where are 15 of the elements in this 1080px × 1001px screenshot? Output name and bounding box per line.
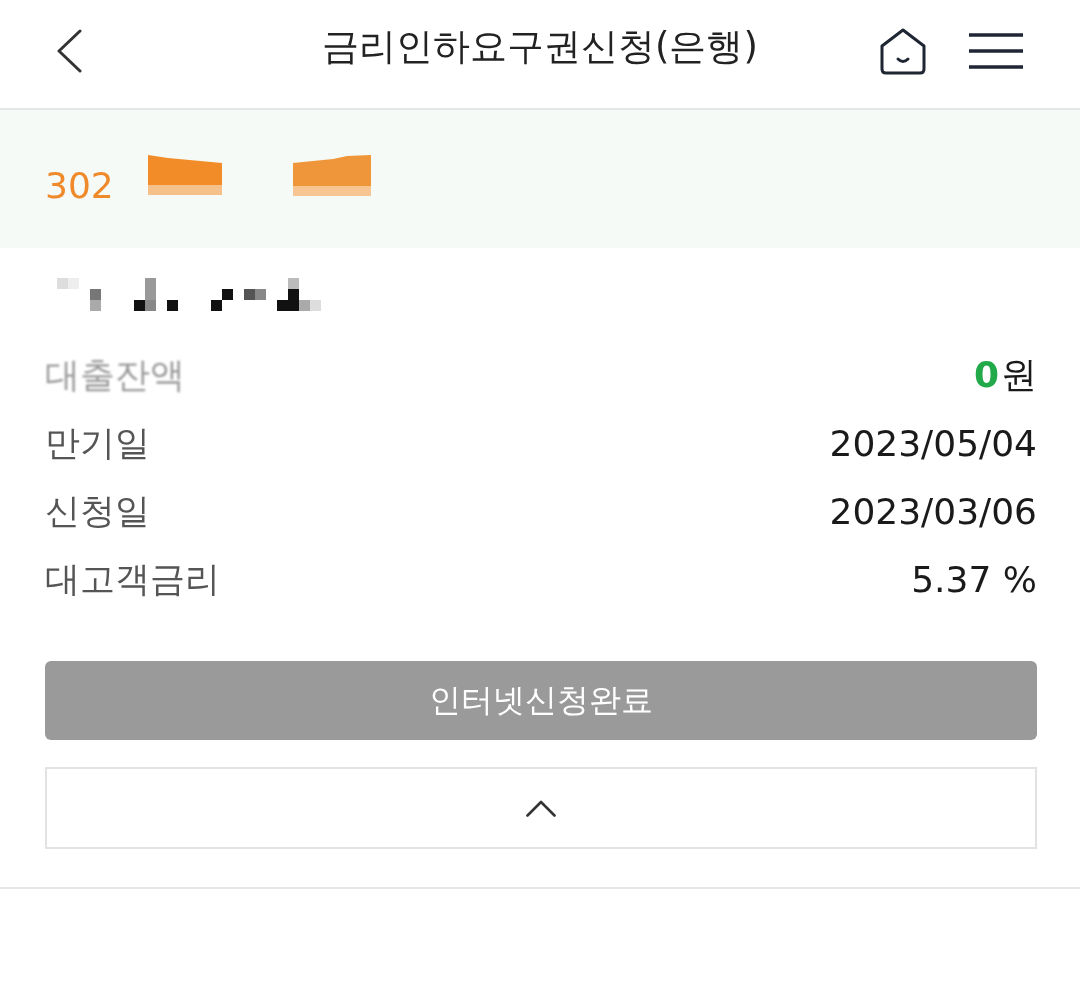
back-button[interactable] bbox=[55, 29, 83, 73]
menu-icon[interactable] bbox=[969, 33, 1023, 69]
detail-value: 2023/03/06 bbox=[829, 490, 1037, 532]
detail-label: 대고객금리 bbox=[45, 557, 220, 601]
detail-label: 만기일 bbox=[45, 421, 150, 465]
detail-value: 2023/05/04 bbox=[829, 422, 1037, 464]
detail-label: 신청일 bbox=[45, 489, 150, 533]
page-title: 금리인하요구권신청(은행) bbox=[322, 24, 758, 70]
detail-label: 대출잔액 bbox=[45, 353, 185, 397]
amount-value: 0원 bbox=[973, 352, 1037, 397]
home-icon[interactable] bbox=[879, 27, 927, 75]
collapse-toggle-button[interactable] bbox=[45, 767, 1037, 849]
detail-value: 5.37 % bbox=[911, 558, 1037, 600]
account-number: 302 bbox=[45, 164, 114, 206]
back-chevron-icon bbox=[55, 29, 83, 73]
